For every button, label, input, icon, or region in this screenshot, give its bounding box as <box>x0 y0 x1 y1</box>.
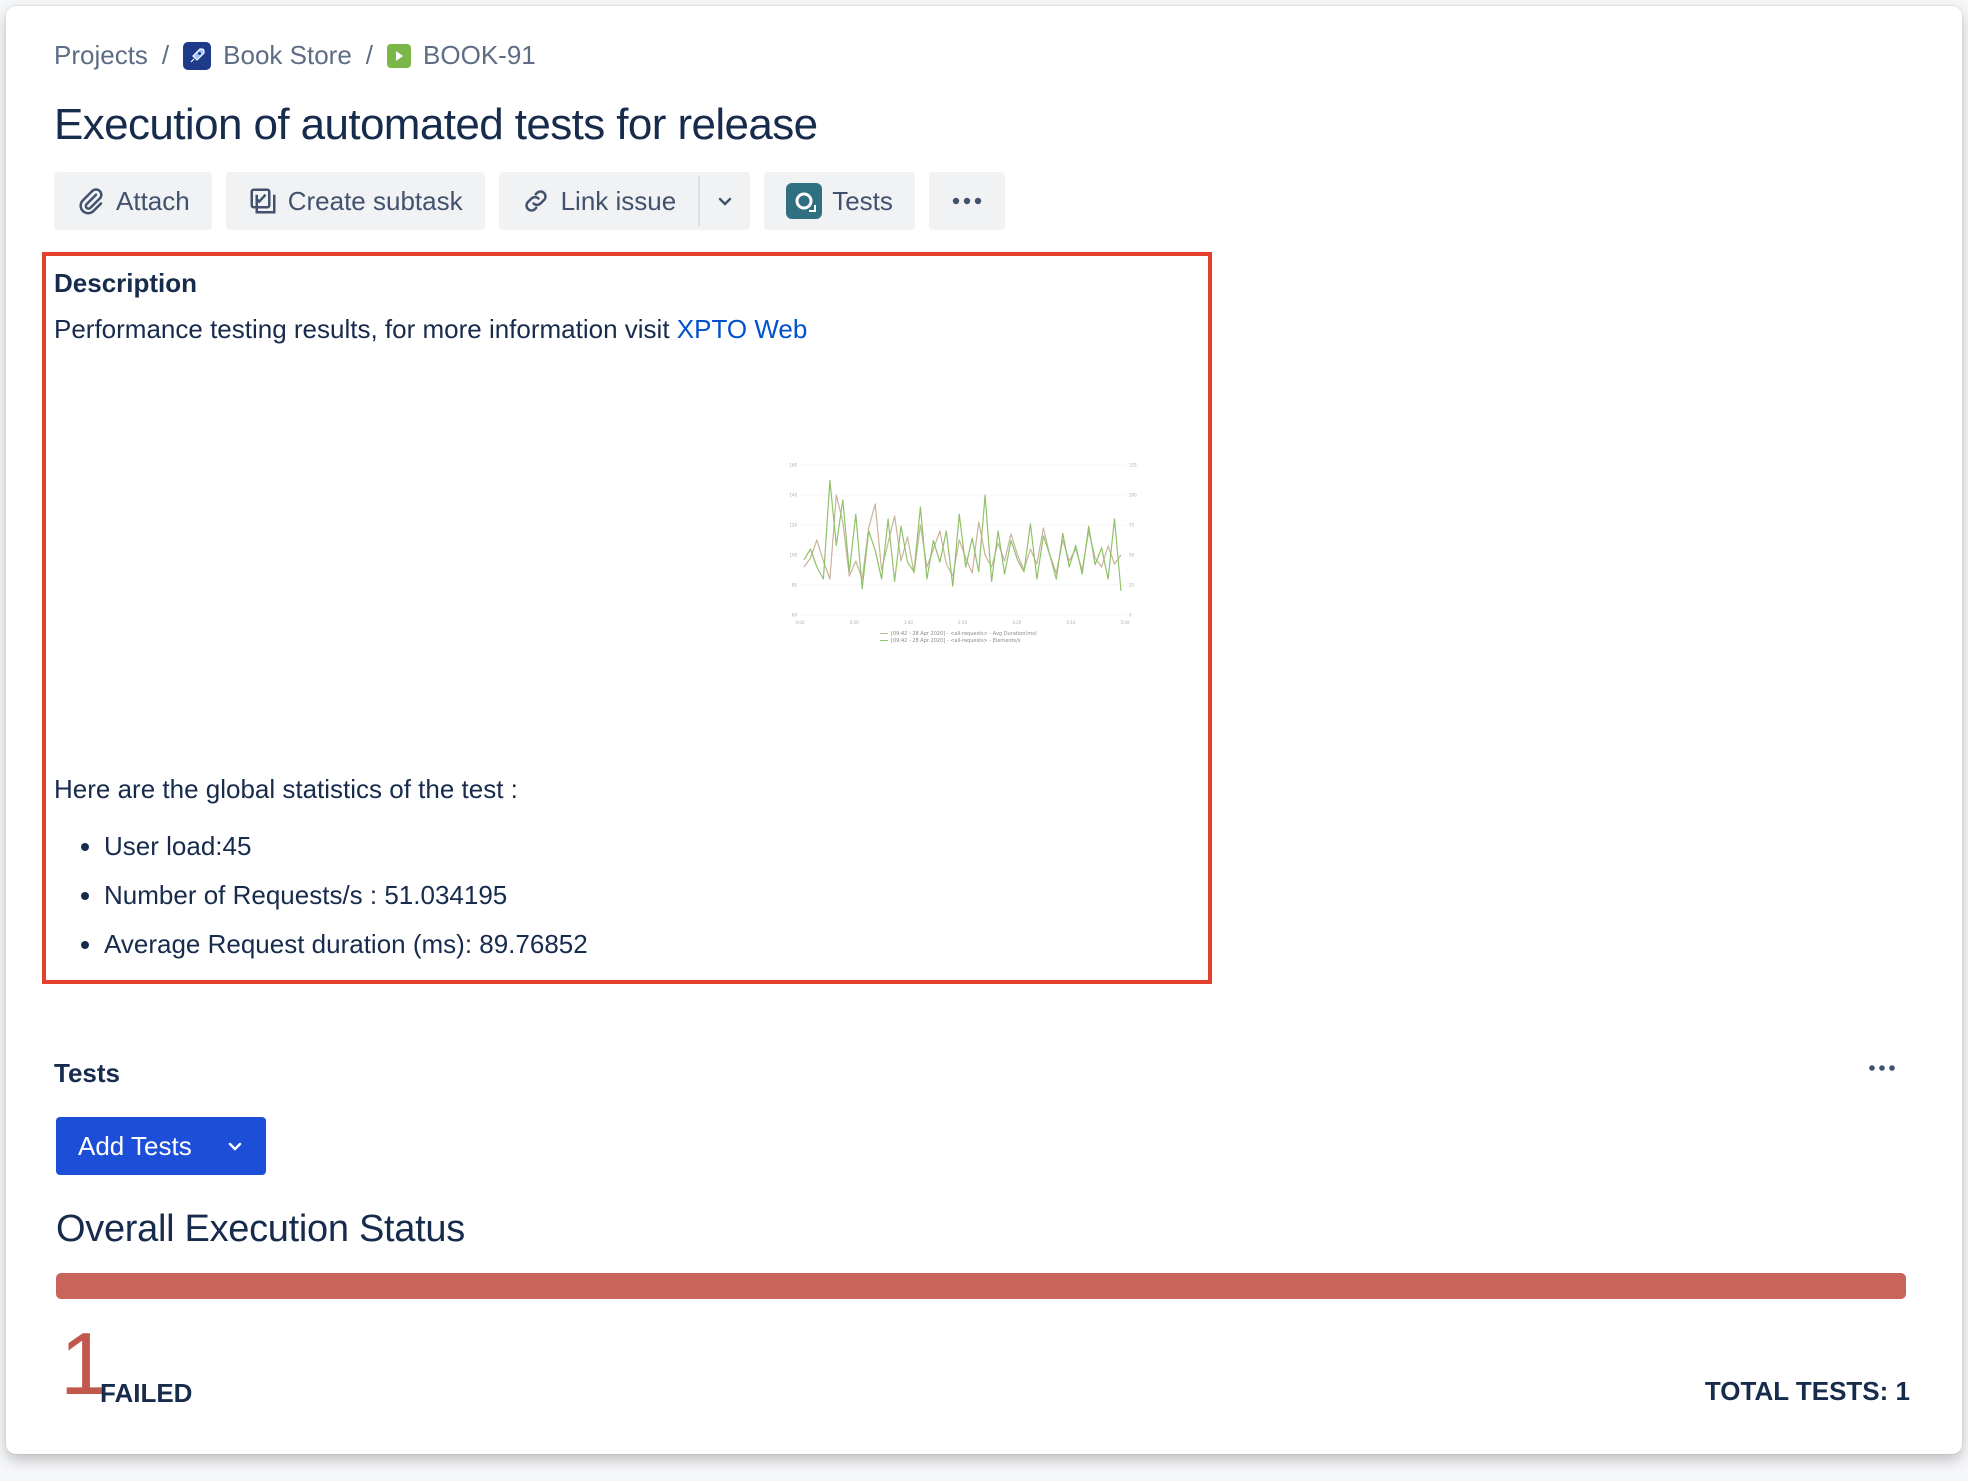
create-subtask-button[interactable]: Create subtask <box>225 172 485 230</box>
link-issue-label: Link issue <box>560 185 677 216</box>
chevron-down-icon <box>228 1142 242 1151</box>
list-item: Number of Requests/s : 51.034195 <box>104 871 588 920</box>
description-heading: Description <box>54 268 198 298</box>
link-icon <box>524 190 547 212</box>
breadcrumb-issue-key: BOOK-91 <box>423 40 536 70</box>
breadcrumb: Projects / Book Store / BOOK-91 <box>54 40 536 71</box>
breadcrumb-project[interactable]: Book Store <box>183 40 352 71</box>
y-left-tick-label: 160 <box>789 463 797 468</box>
tests-more-button[interactable] <box>1868 1060 1896 1078</box>
more-horizontal-icon <box>1869 1065 1895 1071</box>
tests-button[interactable]: Tests <box>764 172 915 230</box>
x-tick-label: 4:10 <box>1066 620 1075 625</box>
breadcrumb-separator: / <box>365 40 374 70</box>
stats-list: User load:45 Number of Requests/s : 51.0… <box>54 822 588 969</box>
play-icon <box>387 43 412 68</box>
x-tick-label: 3:20 <box>1012 620 1021 625</box>
y-left-tick-label: 100 <box>789 553 797 558</box>
description-text: Performance testing results, for more in… <box>54 314 807 345</box>
more-actions-button[interactable] <box>928 172 1005 230</box>
list-item: Average Request duration (ms): 89.76852 <box>104 920 588 969</box>
add-tests-button[interactable]: Add Tests <box>56 1117 266 1175</box>
link-issue-group: Link issue <box>498 172 751 230</box>
y-left-tick-label: 80 <box>792 583 798 588</box>
tests-section-heading: Tests <box>54 1058 120 1088</box>
total-tests: TOTAL TESTS: 1 <box>1704 1376 1910 1406</box>
breadcrumb-project-label: Book Store <box>223 40 352 70</box>
x-tick-label: 5:00 <box>1121 620 1130 625</box>
add-tests-label: Add Tests <box>78 1130 192 1161</box>
y-right-tick-label: 50 <box>1129 553 1135 558</box>
stats-intro: Here are the global statistics of the te… <box>54 774 518 804</box>
legend-entry: [09:42 - 28 Apr 2020] - <all-requests> -… <box>891 631 1037 637</box>
chevron-down-icon <box>719 197 732 206</box>
legend-entry: [09:42 - 28 Apr 2020] - <all-requests> -… <box>891 638 1021 644</box>
x-tick-label: 0:50 <box>850 620 859 625</box>
y-left-tick-label: 140 <box>789 493 797 498</box>
paperclip-icon <box>79 188 103 215</box>
chart-series-line <box>803 480 1122 592</box>
rocket-icon <box>183 41 212 70</box>
y-right-tick-label: 75 <box>1129 523 1135 528</box>
y-left-tick-label: 60 <box>792 613 798 618</box>
y-left-tick-label: 120 <box>789 523 797 528</box>
y-right-tick-label: 25 <box>1129 583 1135 588</box>
y-right-tick-label: 125 <box>1129 463 1137 468</box>
x-tick-label: 2:30 <box>958 620 967 625</box>
list-item: User load:45 <box>104 822 588 871</box>
breadcrumb-issue[interactable]: BOOK-91 <box>387 40 536 71</box>
tests-label: Tests <box>832 185 893 216</box>
link-issue-button[interactable]: Link issue <box>499 172 699 230</box>
performance-chart: 60 80 100 120 140 160 0 25 50 75 100 125 0:00 0:50 1:4… <box>780 455 1155 655</box>
create-subtask-label: Create subtask <box>287 185 463 216</box>
xray-tests-icon <box>786 183 823 219</box>
y-right-tick-label: 100 <box>1129 493 1137 498</box>
x-tick-label: 1:40 <box>904 620 913 625</box>
performance-chart-svg: 60 80 100 120 140 160 0 25 50 75 100 125 0:00 0:50 1:4… <box>789 463 1137 645</box>
issue-toolbar: Attach Create subtask Link issue Tests <box>54 172 1005 230</box>
overall-execution-status-title: Overall Execution Status <box>56 1208 465 1250</box>
attach-button[interactable]: Attach <box>54 172 212 230</box>
link-issue-dropdown-button[interactable] <box>700 172 750 230</box>
page-title: Execution of automated tests for release <box>54 100 818 149</box>
y-right-tick-label: 0 <box>1129 613 1132 618</box>
breadcrumb-separator: / <box>161 40 170 70</box>
xpto-web-link[interactable]: XPTO Web <box>677 314 808 344</box>
description-intro: Performance testing results, for more in… <box>54 314 677 344</box>
breadcrumb-projects[interactable]: Projects <box>54 40 148 71</box>
failed-label: FAILED <box>100 1378 193 1408</box>
attach-label: Attach <box>116 185 190 216</box>
subtask-icon <box>250 188 276 214</box>
execution-status-bar <box>56 1273 1906 1299</box>
failed-status-fill <box>56 1273 1906 1299</box>
x-tick-label: 0:00 <box>796 620 805 625</box>
more-horizontal-icon <box>952 197 982 205</box>
